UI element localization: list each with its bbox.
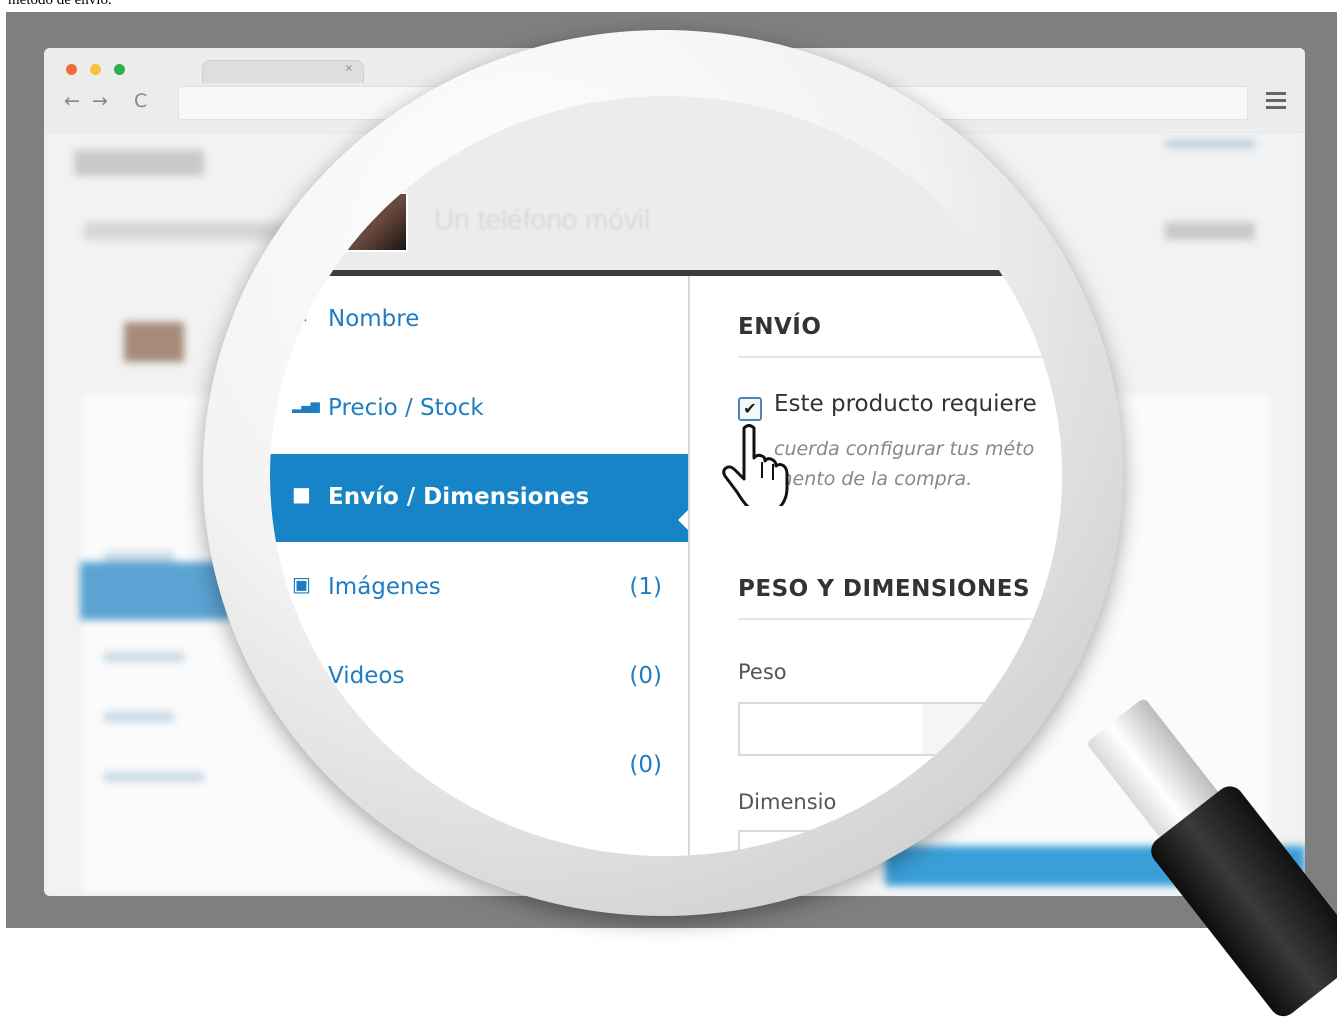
section-divider [738,618,1062,620]
weight-input[interactable] [738,702,924,756]
bar-chart-icon: ▂▄▆ [292,399,320,413]
dimensions-input[interactable] [738,830,892,856]
reload-icon[interactable]: C [134,90,147,112]
weight-dimensions-section-title: PESO Y DIMENSIONES [738,576,1031,602]
weight-unit-addon [922,702,994,756]
sidebar-item-accesorios[interactable]: rías (0) [270,722,688,810]
requires-shipping-checkbox[interactable]: ✔ [738,397,762,421]
sidebar-item-count: (1) [629,574,662,600]
pencil-icon: ✎ [292,304,309,328]
sidebar-item-imagenes[interactable]: ▣ Imágenes (1) [270,544,688,632]
product-header: Un teléfono móvil [270,96,1062,272]
truck-icon: ■ [292,482,311,506]
sidebar-item-label: Precio / Stock [328,395,484,421]
sidebar-item-precio-stock[interactable]: ▂▄▆ Precio / Stock [270,365,688,453]
forward-arrow-icon[interactable]: → [92,90,108,112]
shipping-hint-line-1: cuerda configurar tus méto [774,438,1035,460]
hand-pointer-cursor-icon [722,424,789,506]
section-divider [738,356,1062,358]
maximize-window-button[interactable] [114,64,125,75]
sidebar-item-label: Imágenes [328,574,441,600]
browser-tab[interactable]: × [202,60,364,83]
active-item-arrow [678,510,688,530]
sidebar-item-count: (0) [629,663,662,689]
sidebar-item-envio-dimensiones[interactable]: ■ Envío / Dimensiones [270,454,688,542]
sidebar-item-videos[interactable]: Videos (0) [270,633,688,721]
minimize-window-button[interactable] [90,64,101,75]
caption-text: método de envío. [8,0,112,8]
magnifier-lens: Un teléfono móvil ✎ Nombre ▂▄▆ Precio / … [270,96,1062,856]
tab-close-icon[interactable]: × [345,63,353,74]
sidebar-item-label: Videos [328,663,405,689]
sidebar-item-label: Nombre [328,306,420,332]
weight-label: Peso [738,660,787,684]
shipping-panel: ENVÍO ✔ Este producto requiere cuerda co… [690,276,1062,856]
sidebar-item-label: rías [358,752,400,778]
hamburger-menu-icon[interactable] [1266,92,1286,109]
shipping-hint-line-2: mento de la compra. [774,468,973,490]
product-name: Un teléfono móvil [434,204,651,235]
sidebar-item-label: Envío / Dimensiones [328,484,590,510]
back-arrow-icon[interactable]: ← [64,90,80,112]
dimensions-label: Dimensio [738,790,837,814]
image-icon: ▣ [292,572,311,596]
requires-shipping-label: Este producto requiere [774,391,1037,417]
sidebar-item-count: (0) [629,752,662,778]
sidebar-item-nombre[interactable]: ✎ Nombre [270,276,688,364]
shipping-section-title: ENVÍO [738,314,822,340]
close-window-button[interactable] [66,64,77,75]
product-sidebar: ✎ Nombre ▂▄▆ Precio / Stock ■ Envío / Di… [270,276,690,856]
product-thumbnail [336,192,408,252]
